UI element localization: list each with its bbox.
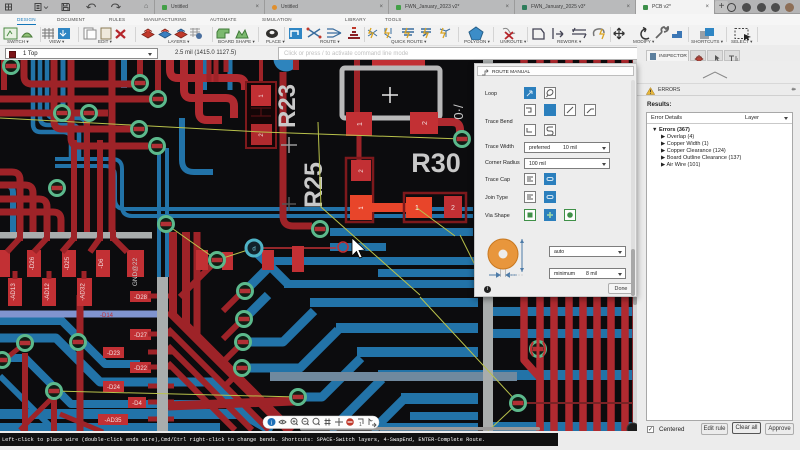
svg-text:-D4: -D4 (132, 401, 142, 407)
svg-text:2: 2 (422, 121, 429, 125)
svg-text:GND@22: GND@22 (132, 257, 139, 286)
svg-text:-D22: -D22 (134, 366, 148, 372)
svg-text:-D6: -D6 (98, 258, 105, 269)
svg-text:d: d (252, 247, 255, 253)
svg-text:0·/: 0·/ (451, 104, 466, 120)
svg-text:-AD12: -AD12 (44, 283, 51, 301)
svg-text:-D28: -D28 (134, 295, 148, 301)
svg-text:2: 2 (451, 205, 455, 212)
svg-text:-D26: -D26 (29, 256, 36, 270)
svg-text:-D14: -D14 (100, 313, 114, 319)
svg-text:R25: R25 (300, 162, 328, 208)
svg-text:-D24: -D24 (107, 385, 121, 391)
svg-text:R23: R23 (274, 84, 301, 128)
svg-text:1: 1 (357, 122, 364, 126)
svg-text:-AD32: -AD32 (80, 283, 87, 301)
svg-text:-AD13: -AD13 (10, 283, 17, 301)
svg-text:-D25: -D25 (64, 256, 71, 270)
svg-text:-D27: -D27 (134, 333, 148, 339)
svg-text:-AD35: -AD35 (104, 418, 122, 424)
svg-text:-D23: -D23 (107, 351, 121, 357)
svg-text:R30: R30 (411, 148, 461, 178)
svg-text:1: 1 (359, 422, 362, 428)
